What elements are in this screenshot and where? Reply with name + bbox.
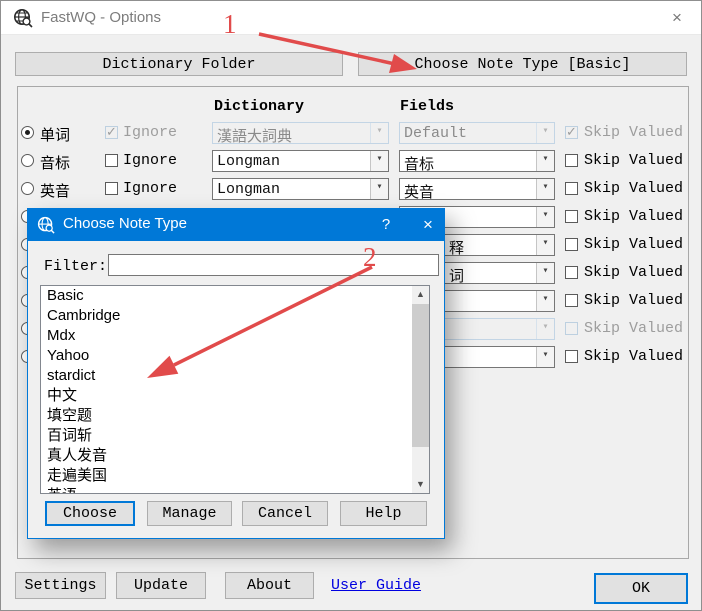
scrollbar-down-icon[interactable]: ▼ bbox=[412, 476, 429, 493]
filter-label: Filter: bbox=[44, 258, 107, 275]
ignore-label: Ignore bbox=[123, 124, 177, 141]
list-item[interactable]: 走遍美国 bbox=[41, 466, 429, 486]
dictionary-folder-button[interactable]: Dictionary Folder bbox=[15, 52, 343, 76]
table-row: 音标 Ignore Longman▾ 音标▾ Skip Valued bbox=[18, 150, 688, 172]
dictionary-select: 漢語大詞典▾ bbox=[212, 122, 389, 144]
skip-valued-label: Skip Valued bbox=[584, 348, 683, 365]
note-type-list: Basic Cambridge Mdx Yahoo stardict 中文 填空… bbox=[40, 285, 430, 494]
list-item[interactable]: Cambridge bbox=[41, 306, 429, 326]
skip-valued-label: Skip Valued bbox=[584, 152, 683, 169]
skip-valued-checkbox[interactable] bbox=[565, 266, 578, 279]
row-label: 单词 bbox=[40, 124, 70, 145]
list-item[interactable]: stardict bbox=[41, 366, 429, 386]
phonetic-radio[interactable] bbox=[21, 154, 34, 167]
filter-input[interactable] bbox=[108, 254, 439, 276]
manage-button[interactable]: Manage bbox=[147, 501, 232, 526]
help-button[interactable]: Help bbox=[340, 501, 427, 526]
skip-valued-label: Skip Valued bbox=[584, 208, 683, 225]
chevron-down-icon: ▾ bbox=[536, 291, 554, 311]
chevron-down-icon: ▾ bbox=[370, 123, 388, 143]
user-guide-link[interactable]: User Guide bbox=[331, 577, 421, 594]
ignore-checkbox bbox=[105, 126, 118, 139]
skip-valued-checkbox[interactable] bbox=[565, 294, 578, 307]
list-item[interactable]: 中文 bbox=[41, 386, 429, 406]
ignore-checkbox[interactable] bbox=[105, 154, 118, 167]
dictionary-select[interactable]: Longman▾ bbox=[212, 150, 389, 172]
table-row: 单词 Ignore 漢語大詞典▾ Default▾ Skip Valued bbox=[18, 122, 688, 144]
options-window: FastWQ - Options × Dictionary Folder Cho… bbox=[0, 0, 702, 611]
uk-sound-radio[interactable] bbox=[21, 182, 34, 195]
chevron-down-icon: ▾ bbox=[370, 151, 388, 171]
choose-note-type-button[interactable]: Choose Note Type [Basic] bbox=[358, 52, 687, 76]
dictionary-column-header: Dictionary bbox=[214, 98, 304, 115]
chevron-down-icon: ▾ bbox=[536, 207, 554, 227]
chevron-down-icon: ▾ bbox=[370, 179, 388, 199]
list-item[interactable]: Mdx bbox=[41, 326, 429, 346]
fields-column-header: Fields bbox=[400, 98, 454, 115]
dialog-title: Choose Note Type bbox=[63, 215, 187, 232]
settings-button[interactable]: Settings bbox=[15, 572, 106, 599]
choose-button[interactable]: Choose bbox=[45, 501, 135, 526]
list-item[interactable]: 填空题 bbox=[41, 406, 429, 426]
skip-valued-label: Skip Valued bbox=[584, 124, 683, 141]
chevron-down-icon: ▾ bbox=[536, 347, 554, 367]
skip-valued-label: Skip Valued bbox=[584, 236, 683, 253]
dictionary-select[interactable]: Longman▾ bbox=[212, 178, 389, 200]
chevron-down-icon: ▾ bbox=[536, 319, 554, 339]
skip-valued-checkbox[interactable] bbox=[565, 154, 578, 167]
dialog-title-bar: Choose Note Type ? × bbox=[28, 209, 444, 241]
word-radio[interactable] bbox=[21, 126, 34, 139]
list-item[interactable]: Yahoo bbox=[41, 346, 429, 366]
cancel-button[interactable]: Cancel bbox=[242, 501, 328, 526]
list-item[interactable]: Basic bbox=[41, 286, 429, 306]
close-icon[interactable]: × bbox=[412, 209, 444, 241]
list-item[interactable]: 英语 bbox=[41, 486, 429, 494]
ignore-label: Ignore bbox=[123, 180, 177, 197]
skip-valued-label: Skip Valued bbox=[584, 180, 683, 197]
choose-note-type-dialog: Choose Note Type ? × Filter: Basic Cambr… bbox=[27, 208, 445, 539]
skip-valued-label: Skip Valued bbox=[584, 264, 683, 281]
table-row: 英音 Ignore Longman▾ 英音▾ Skip Valued bbox=[18, 178, 688, 200]
list-item[interactable]: 真人发音 bbox=[41, 446, 429, 466]
help-icon[interactable]: ? bbox=[370, 209, 402, 241]
ignore-label: Ignore bbox=[123, 152, 177, 169]
ok-button[interactable]: OK bbox=[594, 573, 688, 604]
close-icon[interactable]: × bbox=[663, 5, 691, 31]
list-item[interactable]: 百词斩 bbox=[41, 426, 429, 446]
skip-valued-label: Skip Valued bbox=[584, 320, 683, 337]
scrollbar[interactable]: ▲ ▼ bbox=[412, 286, 429, 493]
title-bar: FastWQ - Options × bbox=[1, 1, 701, 35]
field-select: Default▾ bbox=[399, 122, 555, 144]
window-title: FastWQ - Options bbox=[41, 9, 161, 26]
scrollbar-thumb[interactable] bbox=[412, 304, 429, 447]
about-button[interactable]: About bbox=[225, 572, 314, 599]
chevron-down-icon: ▾ bbox=[536, 123, 554, 143]
fastwq-globe-icon bbox=[13, 8, 33, 28]
ignore-checkbox[interactable] bbox=[105, 182, 118, 195]
scrollbar-up-icon[interactable]: ▲ bbox=[412, 286, 429, 303]
skip-valued-checkbox bbox=[565, 322, 578, 335]
field-select[interactable]: 英音▾ bbox=[399, 178, 555, 200]
skip-valued-checkbox[interactable] bbox=[565, 350, 578, 363]
fastwq-globe-icon bbox=[37, 216, 55, 234]
chevron-down-icon: ▾ bbox=[536, 235, 554, 255]
skip-valued-checkbox[interactable] bbox=[565, 238, 578, 251]
row-label: 英音 bbox=[40, 180, 70, 201]
skip-valued-label: Skip Valued bbox=[584, 292, 683, 309]
skip-valued-checkbox[interactable] bbox=[565, 210, 578, 223]
row-label: 音标 bbox=[40, 152, 70, 173]
chevron-down-icon: ▾ bbox=[536, 179, 554, 199]
skip-valued-checkbox bbox=[565, 126, 578, 139]
field-select[interactable]: 音标▾ bbox=[399, 150, 555, 172]
chevron-down-icon: ▾ bbox=[536, 263, 554, 283]
skip-valued-checkbox[interactable] bbox=[565, 182, 578, 195]
chevron-down-icon: ▾ bbox=[536, 151, 554, 171]
update-button[interactable]: Update bbox=[116, 572, 206, 599]
